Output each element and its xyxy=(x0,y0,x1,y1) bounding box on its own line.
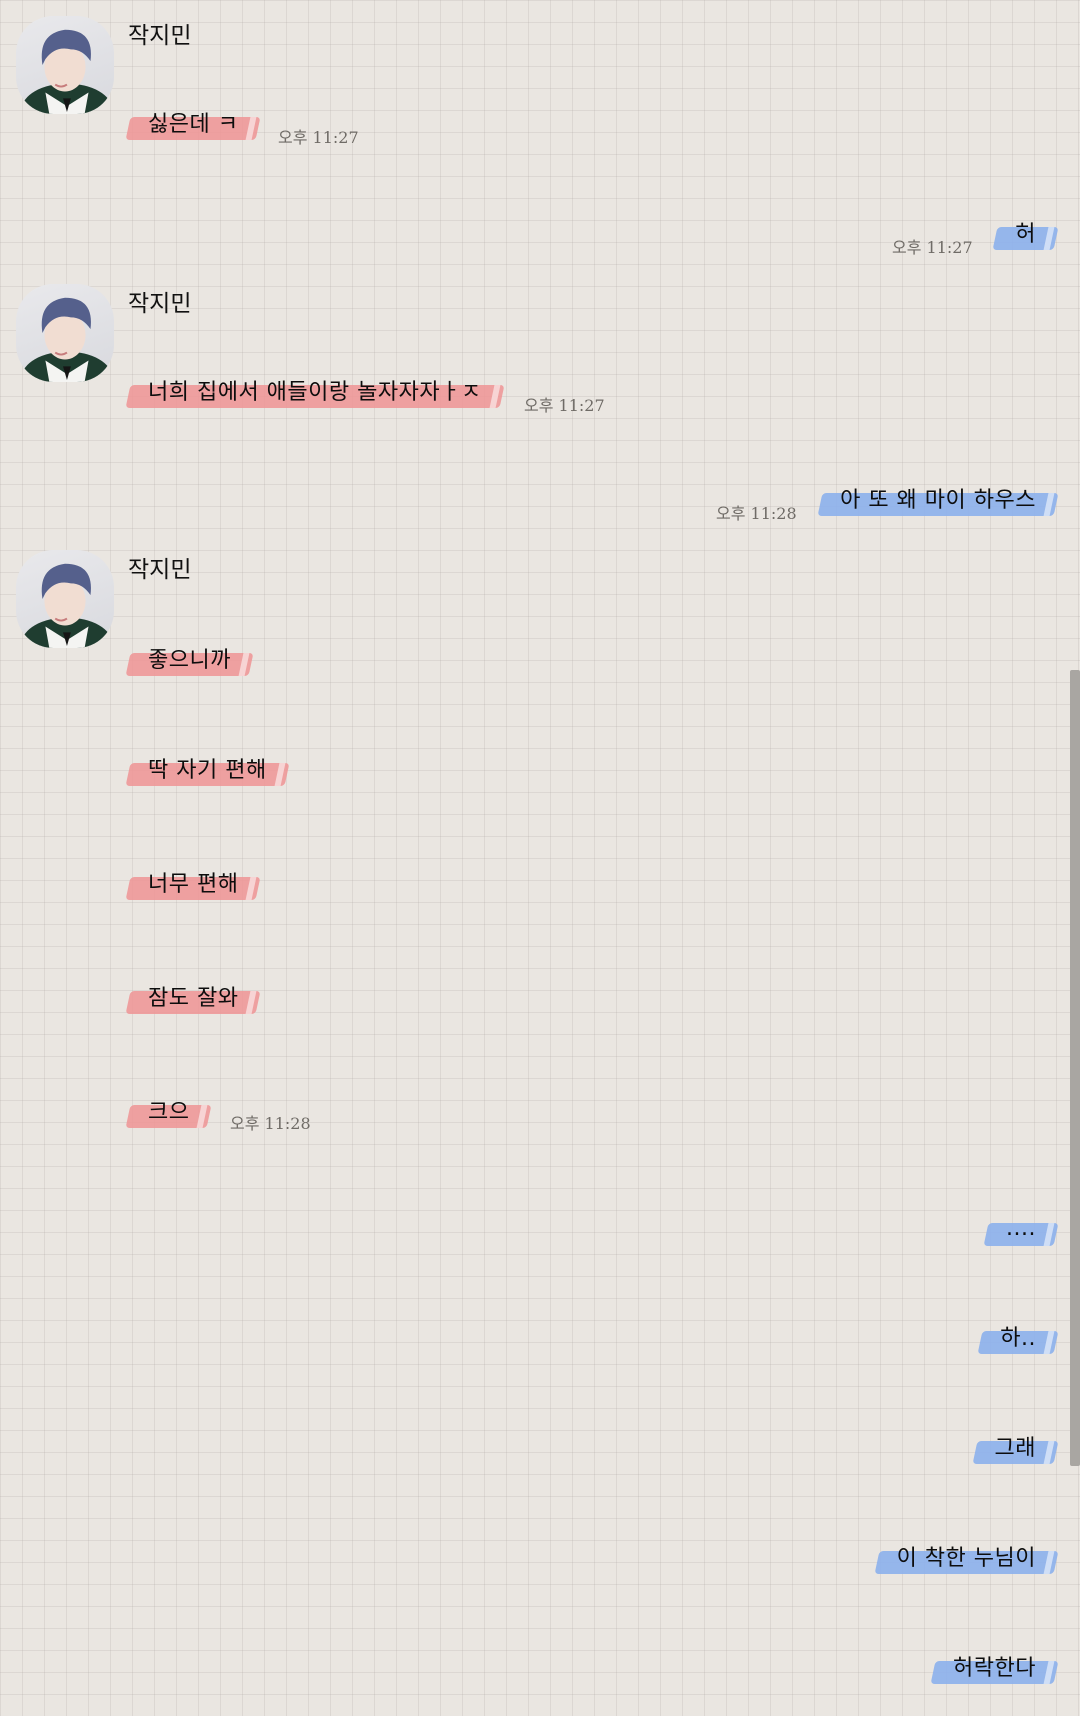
message-bubble[interactable]: 딱 자기 편해 xyxy=(125,750,290,786)
message-text: 아 또 왜 마이 하우스 xyxy=(840,488,1036,513)
profile-photo-icon xyxy=(21,563,113,648)
message-text: 너희 집에서 애들이랑 놀자자자ㅏㅈ xyxy=(148,380,482,405)
message-time: 오후 11:28 xyxy=(716,504,797,523)
message-bubble[interactable]: 허락한다 xyxy=(930,1648,1059,1684)
message-text: 좋으니까 xyxy=(148,648,231,673)
message-bubble[interactable]: 크으 xyxy=(125,1092,212,1128)
message-bubble[interactable]: 좋으니까 xyxy=(125,640,254,676)
message-text: .... xyxy=(1006,1215,1036,1241)
message-text: 딱 자기 편해 xyxy=(148,758,267,783)
sender-name: 작지민 xyxy=(128,557,192,583)
message-bubble[interactable]: 하.. xyxy=(977,1318,1059,1354)
message-time: 오후 11:27 xyxy=(892,238,973,257)
chat-log[interactable]: 작지민 싫은데 ㅋ 오후 11:27 허 오후 11:27 작지민 너희 집에서… xyxy=(0,0,1080,1716)
sender-name: 작지민 xyxy=(128,291,192,317)
message-text: 허 xyxy=(1015,222,1036,247)
profile-photo-icon xyxy=(21,297,113,382)
message-bubble[interactable]: 아 또 왜 마이 하우스 xyxy=(817,480,1059,516)
message-bubble[interactable]: 허 xyxy=(992,214,1059,250)
message-bubble[interactable]: 너희 집에서 애들이랑 놀자자자ㅏㅈ xyxy=(125,372,505,408)
message-text: 잠도 잘와 xyxy=(148,986,239,1011)
message-text: 하.. xyxy=(1000,1326,1036,1351)
message-text: 이 착한 누님이 xyxy=(896,1546,1036,1571)
message-text: 싫은데 ㅋ xyxy=(148,112,239,137)
message-time: 오후 11:27 xyxy=(278,128,359,147)
message-text: 너무 편해 xyxy=(148,872,239,897)
message-bubble[interactable]: 이 착한 누님이 xyxy=(874,1538,1059,1574)
message-text: 그래 xyxy=(994,1436,1036,1461)
contact-avatar[interactable] xyxy=(16,16,114,114)
message-text: 크으 xyxy=(148,1100,190,1125)
message-bubble[interactable]: 잠도 잘와 xyxy=(125,978,261,1014)
message-text: 허락한다 xyxy=(953,1656,1036,1681)
sender-name: 작지민 xyxy=(128,23,192,49)
contact-avatar[interactable] xyxy=(16,284,114,382)
scrollbar[interactable] xyxy=(1070,670,1080,1466)
profile-photo-icon xyxy=(21,29,113,114)
message-time: 오후 11:28 xyxy=(230,1114,311,1133)
message-bubble[interactable]: 싫은데 ㅋ xyxy=(125,104,261,140)
message-bubble[interactable]: 너무 편해 xyxy=(125,864,261,900)
contact-avatar[interactable] xyxy=(16,550,114,648)
message-time: 오후 11:27 xyxy=(524,396,605,415)
message-bubble[interactable]: 그래 xyxy=(972,1428,1059,1464)
message-bubble[interactable]: .... xyxy=(983,1210,1059,1246)
